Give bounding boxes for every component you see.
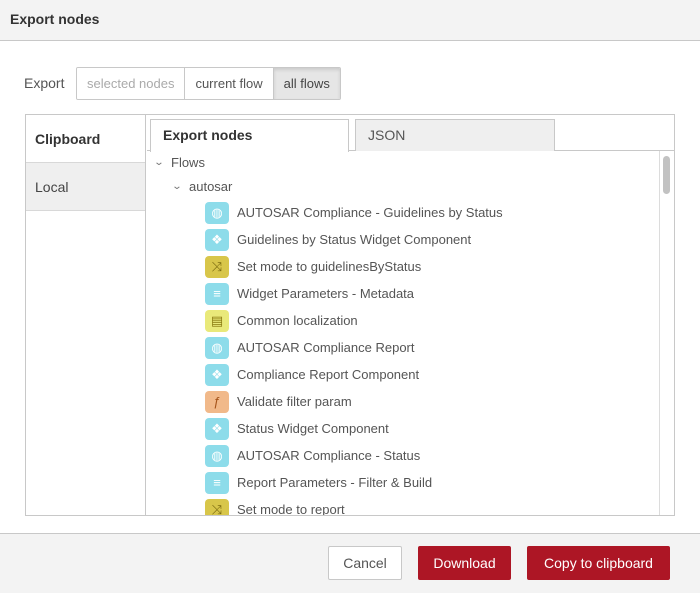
template-icon: ≡	[205, 283, 229, 305]
side-tab-local[interactable]: Local	[26, 163, 145, 211]
tree-node-label: Compliance Report Component	[237, 367, 420, 382]
tree-node-label: Widget Parameters - Metadata	[237, 286, 415, 301]
export-scope-label: Export	[24, 75, 65, 91]
dialog-footer: Cancel Download Copy to clipboard	[0, 533, 700, 593]
globe-icon: ◍	[205, 337, 229, 359]
tree-node-label: Common localization	[237, 313, 358, 328]
side-tabs: Clipboard Local	[26, 115, 146, 515]
tree-node-label: AUTOSAR Compliance - Status	[237, 448, 421, 463]
change-icon: ⤨	[205, 499, 229, 515]
tree-node-row[interactable]: ◍ AUTOSAR Compliance - Guidelines by Stat…	[205, 201, 503, 225]
tree-node-row[interactable]: ƒ Validate filter param	[205, 390, 352, 414]
function-icon: ƒ	[205, 391, 229, 413]
tab-json[interactable]: JSON	[355, 119, 555, 151]
download-button[interactable]: Download	[418, 546, 511, 580]
tree-node-label: Validate filter param	[237, 394, 352, 409]
side-tab-clipboard[interactable]: Clipboard	[26, 115, 145, 163]
tree-node-label: Set mode to guidelinesByStatus	[237, 259, 422, 274]
widget-icon: ❖	[205, 364, 229, 386]
template-icon: ≡	[205, 472, 229, 494]
tree-flow-label: autosar	[189, 179, 233, 194]
tree-node-row[interactable]: ⤨ Set mode to guidelinesByStatus	[205, 255, 421, 279]
tree-node-row[interactable]: ◍ AUTOSAR Compliance - Status	[205, 444, 420, 468]
chevron-down-icon[interactable]: ⌄	[169, 175, 185, 199]
globe-icon: ◍	[205, 445, 229, 467]
node-tree: ⌄ Flows ⌄ autosar ◍ AUTOSAR Compliance - …	[147, 151, 674, 515]
scope-selected-nodes-button[interactable]: selected nodes	[77, 68, 186, 99]
tree-node-row[interactable]: ▤ Common localization	[205, 309, 358, 333]
widget-icon: ❖	[205, 229, 229, 251]
tree-node-row[interactable]: ⤨ Set mode to report	[205, 498, 345, 515]
dialog-titlebar: Export nodes	[0, 0, 700, 41]
export-scope-button-group: selected nodes current flow all flows	[76, 67, 341, 100]
tree-node-label: Guidelines by Status Widget Component	[237, 232, 472, 247]
top-tabs: Export nodes JSON	[147, 115, 674, 152]
tree-root-label: Flows	[171, 155, 205, 170]
tree-node-row[interactable]: ❖ Guidelines by Status Widget Component	[205, 228, 471, 252]
tree-node-row[interactable]: ❖ Status Widget Component	[205, 417, 389, 441]
tree-node-label: AUTOSAR Compliance - Guidelines by Statu…	[237, 205, 503, 220]
cancel-button[interactable]: Cancel	[328, 546, 402, 580]
export-panel: Clipboard Local Export nodes JSON ⌄ Flow…	[25, 114, 675, 516]
localize-icon: ▤	[205, 310, 229, 332]
tab-export-nodes[interactable]: Export nodes	[150, 119, 349, 152]
tree-scrollbar[interactable]	[659, 151, 674, 515]
scrollbar-thumb[interactable]	[663, 156, 670, 194]
copy-to-clipboard-button[interactable]: Copy to clipboard	[527, 546, 670, 580]
tree-row-flow[interactable]: ⌄ autosar	[169, 175, 233, 199]
tree-node-label: Set mode to report	[237, 502, 345, 515]
tree-node-label: AUTOSAR Compliance Report	[237, 340, 415, 355]
change-icon: ⤨	[205, 256, 229, 278]
widget-icon: ❖	[205, 418, 229, 440]
tree-row-flows[interactable]: ⌄ Flows	[153, 151, 205, 175]
tree-node-label: Status Widget Component	[237, 421, 389, 436]
tree-node-row[interactable]: ≡ Widget Parameters - Metadata	[205, 282, 414, 306]
tree-node-row[interactable]: ≡ Report Parameters - Filter & Build	[205, 471, 432, 495]
tree-node-row[interactable]: ◍ AUTOSAR Compliance Report	[205, 336, 415, 360]
tree-node-label: Report Parameters - Filter & Build	[237, 475, 433, 490]
dialog-title: Export nodes	[10, 11, 100, 27]
scope-all-flows-button[interactable]: all flows	[273, 68, 340, 99]
scope-current-flow-button[interactable]: current flow	[185, 68, 274, 99]
globe-icon: ◍	[205, 202, 229, 224]
tree-node-row[interactable]: ❖ Compliance Report Component	[205, 363, 419, 387]
export-nodes-dialog: Export nodes Export selected nodes curre…	[0, 0, 700, 593]
chevron-down-icon[interactable]: ⌄	[151, 151, 167, 175]
